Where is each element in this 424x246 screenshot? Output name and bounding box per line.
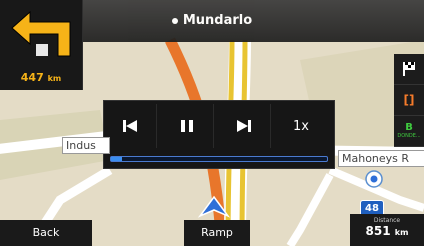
road-label-left: Indus [62,137,110,154]
lane-label: [] [403,93,415,107]
b-button[interactable]: B DONDE... [394,116,424,147]
next-button[interactable] [218,104,271,148]
destination-flag-button[interactable] [394,54,424,85]
distance-total-unit: km [394,228,409,237]
destination-flag-icon [403,62,415,76]
b-caption: DONDE... [397,133,421,139]
distance-caption: Distance [373,217,401,224]
road-label-right-text: Mahoneys R [342,152,410,165]
media-player: 1x [103,100,335,169]
street-label: Mundarlo [182,13,253,28]
ramp-label: Ramp [201,226,233,239]
speed-button[interactable]: 1x [275,104,327,148]
poi-pin-icon[interactable] [362,170,386,190]
turn-panel[interactable]: 447 km [0,0,83,90]
route-shield-text: 48 [365,203,379,214]
speed-label: 1x [293,118,309,134]
progress-track[interactable] [110,156,328,162]
previous-icon [123,120,137,132]
bullet-icon [171,17,178,24]
distance-total-value: 851 [365,224,391,238]
road-label-right: Mahoneys R [338,150,424,167]
distance-box[interactable]: Distance 851 km [350,214,424,246]
turn-distance-unit: km [47,74,62,83]
road-label-left-text: Indus [66,139,96,152]
distance-total: 851 km [350,224,424,238]
back-label: Back [32,226,60,239]
turn-distance-value: 447 [20,71,44,84]
pause-button[interactable] [161,104,214,148]
lane-button[interactable]: [] [394,85,424,116]
progress-fill [111,157,122,161]
pause-icon [181,120,193,132]
turn-left-arrow-icon [11,10,71,57]
previous-button[interactable] [104,104,157,148]
side-buttons: [] B DONDE... [394,54,424,147]
ramp-button[interactable]: Ramp [184,220,250,246]
turn-distance: 447 km [0,71,82,84]
b-label: B [405,122,413,133]
back-button[interactable]: Back [0,220,92,246]
next-icon [237,120,251,132]
